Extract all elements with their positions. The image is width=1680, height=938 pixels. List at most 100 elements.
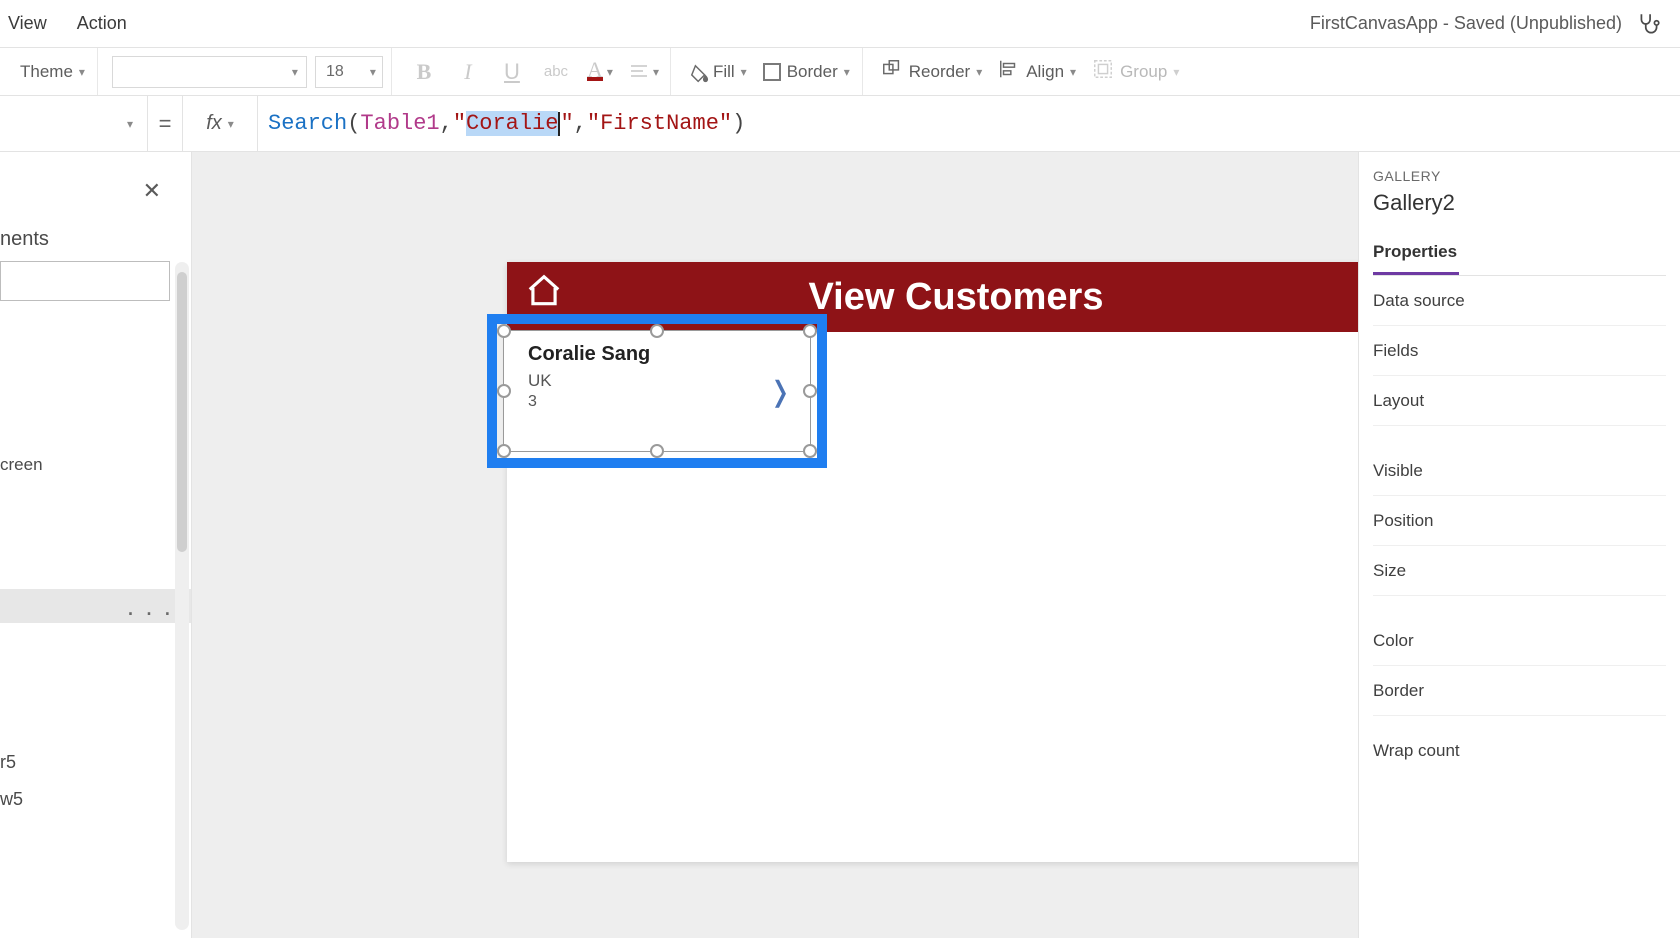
property-row-layout[interactable]: Layout	[1373, 376, 1666, 426]
menu-bar: View Action FirstCanvasApp - Saved (Unpu…	[0, 0, 1680, 48]
group-icon	[1092, 58, 1114, 85]
tab-properties[interactable]: Properties	[1373, 234, 1459, 275]
formula-token-quote: "	[453, 111, 466, 136]
formula-token-str: lie	[519, 111, 559, 136]
align-label: Align	[1026, 62, 1064, 82]
fill-icon	[689, 63, 707, 81]
formula-token-str: a	[506, 111, 519, 136]
formula-token-comma: ,	[574, 111, 587, 136]
property-row-data-source[interactable]: Data source	[1373, 276, 1666, 326]
toolbar: Theme ▾ ▾ 18 ▾ B I U abc A ▾ ▾	[0, 48, 1680, 96]
gallery-item-body: 3	[528, 393, 537, 411]
formula-token-str: Cor	[466, 111, 506, 136]
resize-handle[interactable]	[650, 324, 664, 338]
font-color-button[interactable]: A ▾	[582, 54, 618, 90]
menu-action[interactable]: Action	[77, 13, 127, 34]
tree-view-heading: nents	[0, 166, 191, 261]
chevron-down-icon: ▾	[1070, 65, 1076, 79]
property-row-border[interactable]: Border	[1373, 666, 1666, 716]
chevron-down-icon: ▾	[292, 65, 298, 79]
formula-token-quote: "	[587, 111, 600, 136]
equals-sign: =	[148, 111, 182, 137]
formula-token-quote: "	[560, 111, 573, 136]
reorder-icon	[881, 58, 903, 85]
property-row-visible[interactable]: Visible	[1373, 446, 1666, 496]
chevron-down-icon: ▾	[79, 65, 85, 79]
reorder-dropdown[interactable]: Reorder ▾	[877, 58, 986, 85]
formula-token-comma: ,	[440, 111, 453, 136]
selected-control-name: Gallery2	[1373, 190, 1666, 216]
fill-dropdown[interactable]: Fill ▾	[685, 62, 751, 82]
fx-label: fx	[206, 112, 222, 135]
chevron-down-icon: ▾	[741, 65, 747, 79]
property-selector[interactable]: ▾	[0, 96, 148, 151]
more-icon[interactable]: . . .	[127, 591, 173, 622]
property-row-color[interactable]: Color	[1373, 616, 1666, 666]
group-dropdown[interactable]: Group ▾	[1088, 58, 1183, 85]
properties-category: GALLERY	[1373, 168, 1666, 184]
property-row-size[interactable]: Size	[1373, 546, 1666, 596]
fill-label: Fill	[713, 62, 735, 82]
selection-box[interactable]: Coralie Sang UK 3 ❭	[487, 314, 827, 468]
bold-button[interactable]: B	[406, 54, 442, 90]
theme-dropdown[interactable]: Theme ▾	[16, 62, 89, 82]
formula-token-id: Table1	[360, 111, 439, 136]
chevron-down-icon: ▾	[976, 65, 982, 79]
resize-handle[interactable]	[803, 384, 817, 398]
resize-handle[interactable]	[497, 444, 511, 458]
chevron-down-icon: ▾	[228, 117, 234, 131]
align-dropdown[interactable]: Align ▾	[994, 58, 1080, 85]
underline-button[interactable]: U	[494, 54, 530, 90]
formula-token-quote: "	[719, 111, 732, 136]
tree-item[interactable]: r5	[0, 744, 191, 781]
tree-item-selected[interactable]: . . .	[0, 589, 191, 623]
property-row-position[interactable]: Position	[1373, 496, 1666, 546]
app-checker-icon[interactable]	[1636, 11, 1662, 37]
resize-handle[interactable]	[497, 384, 511, 398]
resize-handle[interactable]	[650, 444, 664, 458]
chevron-down-icon: ▾	[653, 65, 659, 79]
home-icon[interactable]	[525, 272, 563, 310]
border-icon	[763, 63, 781, 81]
italic-button[interactable]: I	[450, 54, 486, 90]
properties-pane: GALLERY Gallery2 Properties Data source …	[1358, 152, 1680, 938]
font-size-value: 18	[326, 63, 344, 81]
tree-item-screen[interactable]: creen	[0, 449, 191, 481]
close-icon[interactable]: ✕	[143, 178, 161, 204]
gallery-item-subtitle: UK	[528, 371, 552, 391]
chevron-down-icon: ▾	[1173, 65, 1179, 79]
font-family-select[interactable]: ▾	[112, 56, 307, 88]
formula-token-paren: )	[732, 111, 745, 136]
border-dropdown[interactable]: Border ▾	[759, 62, 854, 82]
strikethrough-button[interactable]: abc	[538, 54, 574, 90]
theme-label: Theme	[20, 62, 73, 82]
resize-handle[interactable]	[803, 444, 817, 458]
gallery-item[interactable]: Coralie Sang UK 3 ❭	[503, 330, 811, 452]
group-label: Group	[1120, 62, 1167, 82]
menu-view[interactable]: View	[8, 13, 47, 34]
gallery-item-title: Coralie Sang	[528, 343, 650, 366]
app-title: FirstCanvasApp - Saved (Unpublished)	[1310, 13, 1622, 34]
formula-token-fn: Search	[268, 111, 347, 136]
property-row-fields[interactable]: Fields	[1373, 326, 1666, 376]
reorder-label: Reorder	[909, 62, 970, 82]
property-row-wrap-count[interactable]: Wrap count	[1373, 726, 1666, 776]
scrollbar[interactable]	[175, 262, 189, 930]
tree-item[interactable]: w5	[0, 781, 191, 818]
border-label: Border	[787, 62, 838, 82]
text-align-button[interactable]: ▾	[626, 54, 662, 90]
resize-handle[interactable]	[497, 324, 511, 338]
scrollbar-thumb[interactable]	[177, 272, 187, 552]
chevron-down-icon: ▾	[370, 65, 376, 79]
chevron-right-icon[interactable]: ❭	[769, 375, 792, 408]
tree-search-input[interactable]	[0, 261, 170, 301]
align-icon	[998, 58, 1020, 85]
canvas[interactable]: View Customers Coralie Sang UK 3 ❭	[192, 152, 1358, 938]
formula-token-paren: (	[347, 111, 360, 136]
app-header-title: View Customers	[809, 276, 1104, 319]
font-size-select[interactable]: 18 ▾	[315, 56, 383, 88]
chevron-down-icon: ▾	[607, 65, 613, 79]
resize-handle[interactable]	[803, 324, 817, 338]
formula-input[interactable]: Search(Table1, "Coralie", "FirstName")	[258, 96, 1680, 151]
fx-button[interactable]: fx ▾	[182, 96, 258, 151]
